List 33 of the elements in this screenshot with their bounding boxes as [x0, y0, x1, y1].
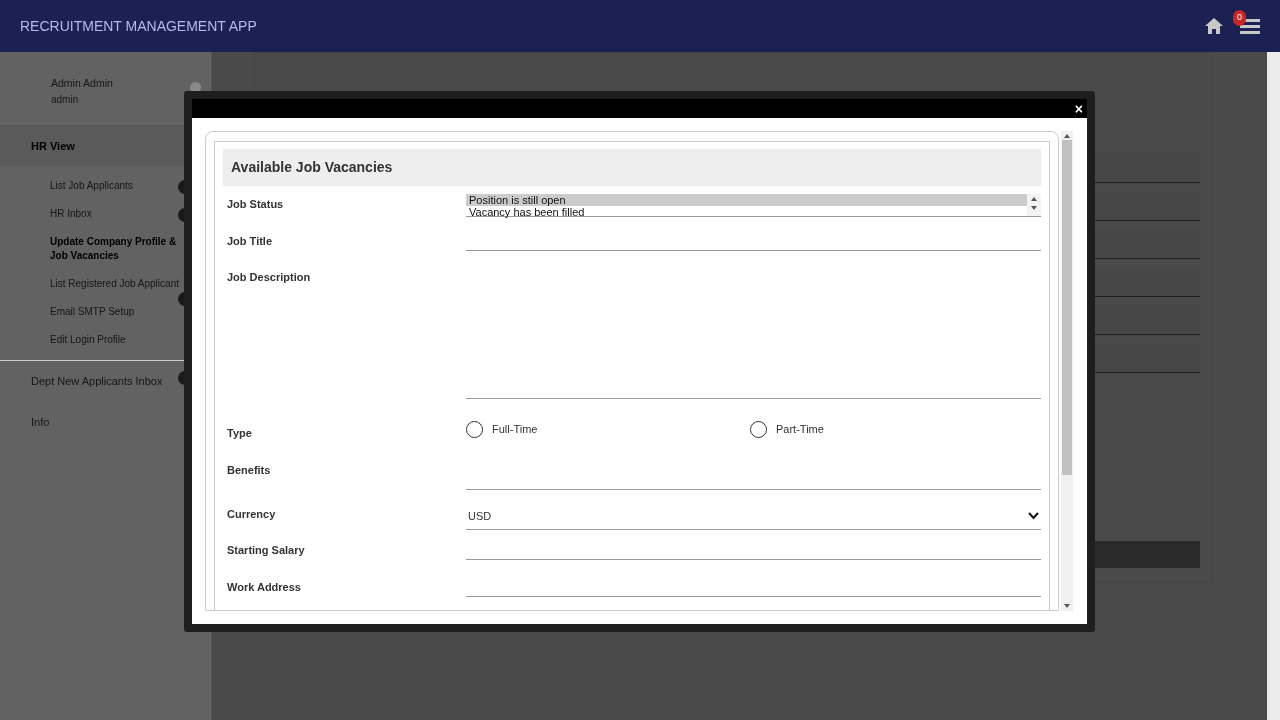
- list-option[interactable]: Position is still open: [466, 194, 1027, 206]
- scrollbar[interactable]: [1061, 131, 1073, 611]
- currency-select[interactable]: USD: [466, 495, 1041, 530]
- close-button[interactable]: ×: [1074, 101, 1083, 116]
- radio-button[interactable]: [750, 421, 767, 438]
- spin-up-icon[interactable]: [1031, 197, 1037, 201]
- field-label: Job Status: [226, 197, 285, 212]
- radio-label[interactable]: Part-Time: [776, 421, 824, 438]
- user-role: admin: [51, 92, 79, 107]
- radio-button[interactable]: [466, 421, 483, 438]
- app-title: RECRUITMENT MANAGEMENT APP: [20, 16, 257, 36]
- field-label: Job Description: [226, 270, 312, 285]
- section-title: Available Job Vacancies: [223, 149, 1041, 186]
- section-label[interactable]: HR View: [31, 139, 75, 152]
- field-label: Starting Salary: [226, 543, 306, 558]
- field-label: Currency: [226, 506, 277, 522]
- field-label: Job Title: [226, 233, 274, 249]
- home-icon[interactable]: [1204, 17, 1224, 35]
- field-label: Type: [226, 426, 253, 441]
- user-name: Admin Admin: [51, 76, 113, 91]
- radio-label[interactable]: Full-Time: [492, 421, 538, 438]
- section-label[interactable]: Info: [31, 415, 50, 428]
- scrollbar[interactable]: [1267, 52, 1280, 720]
- chevron-down-icon[interactable]: [1028, 511, 1039, 520]
- field-label: Benefits: [226, 462, 272, 478]
- spin-down-icon[interactable]: [1031, 206, 1037, 210]
- list-option[interactable]: Vacancy has been filled: [466, 206, 1027, 218]
- listbox[interactable]: Position is still open Vacancy has been filled: [466, 194, 1041, 217]
- scroll-down-icon[interactable]: [1064, 604, 1070, 608]
- notification-badge: 0: [1233, 10, 1246, 26]
- field-label: Work Address: [226, 579, 302, 595]
- section-label[interactable]: Dept New Applicants Inbox: [31, 375, 163, 388]
- scroll-up-icon[interactable]: [1064, 134, 1070, 138]
